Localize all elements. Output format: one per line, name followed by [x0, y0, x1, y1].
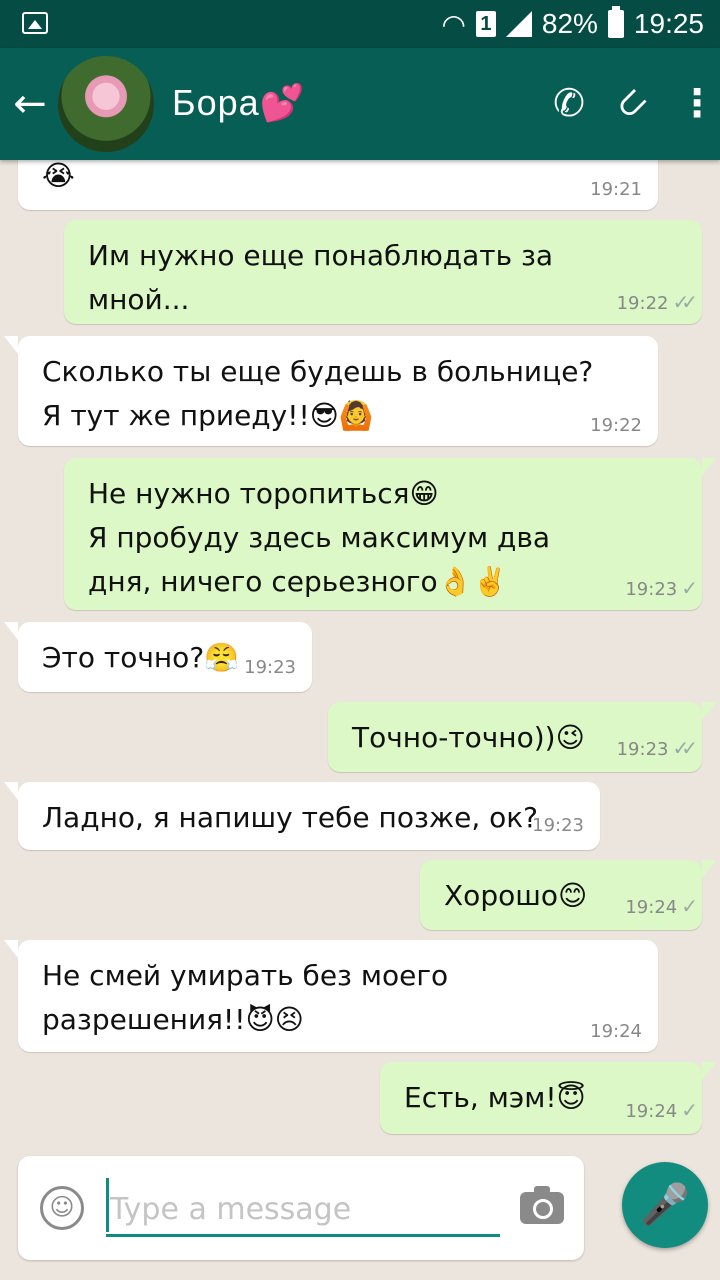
message-time: 19:24 ✓ — [625, 894, 698, 918]
message-outgoing[interactable]: Не нужно торопиться😁 Я пробуду здесь мак… — [64, 458, 716, 610]
message-time: 19:23 ✓ — [625, 576, 698, 600]
message-list[interactable]: 😭 19:21 Им нужно еще понаблюдать за мной… — [0, 160, 720, 1280]
message-incoming[interactable]: Ладно, я напишу тебе позже, ок? 19:23 — [4, 782, 600, 850]
mic-icon[interactable]: 🎤 — [622, 1162, 708, 1248]
message-incoming[interactable]: Это точно?😤 19:23 — [4, 622, 312, 692]
message-time: 19:24 — [590, 1021, 642, 1042]
message-text: дня, ничего серьезного👌✌️ — [88, 565, 508, 598]
read-receipt-icon: ✓✓ — [672, 736, 697, 760]
message-time: 19:21 — [590, 179, 642, 200]
read-receipt-icon: ✓✓ — [672, 290, 697, 314]
contact-name[interactable]: Бора💕 — [172, 82, 306, 124]
battery-icon — [607, 6, 624, 38]
message-incoming[interactable]: Не смей умирать без моего разрешения!!😈😣… — [4, 940, 658, 1052]
message-outgoing[interactable]: Точно-точно))😉 19:23 ✓✓ — [328, 702, 716, 772]
message-time: 19:22 ✓✓ — [616, 290, 698, 314]
camera-icon[interactable] — [520, 1186, 564, 1224]
delivered-receipt-icon: ✓ — [681, 1098, 698, 1122]
message-outgoing[interactable]: Им нужно еще понаблюдать за мной... 19:2… — [64, 220, 702, 324]
message-text: Я пробуду здесь максимум два — [88, 521, 551, 554]
gallery-notification-icon — [22, 12, 48, 34]
wifi-icon: ◠ — [441, 8, 466, 40]
status-bar: ◠ 1 82% 19:25 — [0, 0, 720, 48]
message-outgoing[interactable]: Есть, мэм!😇 19:24 ✓ — [380, 1062, 716, 1134]
emoji-icon[interactable]: ☺ — [40, 1186, 84, 1230]
delivered-receipt-icon: ✓ — [681, 894, 698, 918]
message-incoming[interactable]: 😭 19:21 — [18, 160, 658, 210]
avatar[interactable] — [58, 56, 154, 152]
time-label: 19:23 — [616, 739, 669, 760]
message-outgoing[interactable]: Хорошо😊 19:24 ✓ — [420, 860, 716, 930]
time-label: 19:24 — [625, 897, 678, 918]
message-composer: ☺ — [18, 1156, 584, 1260]
time-label: 19:24 — [625, 1101, 678, 1122]
phone-icon[interactable]: ✆ — [544, 78, 594, 128]
message-time: 19:24 ✓ — [625, 1098, 698, 1122]
message-text: Я тут же приеду!!😎🙆 — [42, 399, 374, 432]
message-text: 😭 — [42, 160, 75, 192]
message-text: Им нужно еще понаблюдать за — [88, 239, 554, 272]
signal-icon — [505, 11, 532, 37]
paperclip-icon[interactable]: ⊂ — [596, 68, 667, 139]
clock: 19:25 — [633, 8, 704, 39]
message-text: Ладно, я напишу тебе позже, ок? — [42, 801, 539, 834]
message-time: 19:23 ✓✓ — [616, 736, 698, 760]
message-time: 19:23 — [532, 815, 584, 836]
sim-icon: 1 — [475, 11, 496, 37]
back-arrow-icon[interactable]: ← — [8, 82, 52, 126]
message-input[interactable] — [106, 1184, 500, 1237]
message-text: мной... — [88, 283, 190, 316]
message-time: 19:23 — [244, 657, 296, 678]
message-time: 19:22 — [590, 415, 642, 436]
message-incoming[interactable]: Сколько ты еще будешь в больнице? Я тут … — [4, 336, 658, 446]
more-vert-icon[interactable]: ⋮ — [672, 78, 720, 128]
status-icons: ◠ 1 82% 19:25 — [441, 6, 704, 42]
chat-header: ← Бора💕 ✆ ⊂ ⋮ — [0, 48, 720, 160]
message-text: Не смей умирать без моего — [42, 959, 449, 992]
battery-percent: 82% — [541, 8, 598, 39]
message-text: разрешения!!😈😣 — [42, 1003, 304, 1036]
message-text: Сколько ты еще будешь в больнице? — [42, 355, 594, 388]
message-text: Не нужно торопиться😁 — [88, 477, 439, 510]
delivered-receipt-icon: ✓ — [681, 576, 698, 600]
time-label: 19:23 — [625, 579, 678, 600]
time-label: 19:22 — [616, 293, 669, 314]
